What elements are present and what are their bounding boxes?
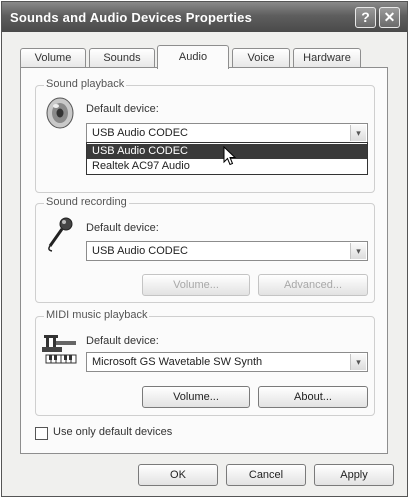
chevron-down-icon[interactable]: ▾ — [350, 125, 366, 141]
tab-sounds[interactable]: Sounds — [89, 48, 155, 68]
midi-playback-label: MIDI music playback — [44, 309, 150, 321]
window-title: Sounds and Audio Devices Properties — [10, 10, 253, 25]
midi-device-label: Default device: — [86, 335, 159, 347]
sound-playback-label: Sound playback — [44, 78, 127, 90]
help-button[interactable]: ? — [355, 7, 376, 28]
midi-about-button[interactable]: About... — [258, 386, 368, 408]
tab-voice[interactable]: Voice — [232, 48, 290, 68]
chevron-down-icon[interactable]: ▾ — [350, 354, 366, 370]
chevron-down-icon[interactable]: ▾ — [350, 243, 366, 259]
playback-device-label: Default device: — [86, 103, 159, 115]
sound-recording-label: Sound recording — [44, 196, 129, 208]
midi-device-select[interactable]: Microsoft GS Wavetable SW Synth ▾ — [86, 352, 368, 372]
playback-device-select[interactable]: USB Audio CODEC ▾ — [86, 123, 368, 143]
midi-playback-group: MIDI music playback Default device: Micr… — [35, 309, 375, 416]
use-default-devices-checkbox[interactable] — [35, 427, 48, 440]
recording-device-label: Default device: — [86, 222, 159, 234]
close-button[interactable]: ✕ — [379, 7, 400, 28]
cancel-button[interactable]: Cancel — [226, 464, 306, 486]
midi-selected-value: Microsoft GS Wavetable SW Synth — [92, 356, 263, 368]
tab-audio[interactable]: Audio — [157, 45, 229, 69]
sound-recording-group: Sound recording Default device: USB Audi… — [35, 196, 375, 303]
apply-button[interactable]: Apply — [314, 464, 394, 486]
tab-volume[interactable]: Volume — [20, 48, 86, 68]
midi-volume-button[interactable]: Volume... — [142, 386, 250, 408]
microphone-icon — [48, 217, 73, 252]
properties-window: Sounds and Audio Devices Properties ? ✕ … — [1, 1, 408, 497]
sound-playback-group: Sound playback Default device: USB Audio… — [35, 78, 375, 193]
speaker-icon — [46, 97, 74, 129]
playback-selected-value: USB Audio CODEC — [92, 127, 188, 139]
title-bar: Sounds and Audio Devices Properties ? ✕ — [2, 2, 407, 32]
mouse-pointer-icon — [223, 146, 237, 166]
recording-advanced-button[interactable]: Advanced... — [258, 274, 368, 296]
audio-tab-panel: Sound playback Default device: USB Audio… — [20, 67, 388, 454]
tab-hardware[interactable]: Hardware — [293, 48, 361, 68]
recording-volume-button[interactable]: Volume... — [142, 274, 250, 296]
recording-device-select[interactable]: USB Audio CODEC ▾ — [86, 241, 368, 261]
recording-selected-value: USB Audio CODEC — [92, 245, 188, 257]
ok-button[interactable]: OK — [138, 464, 218, 486]
midi-keyboard-icon — [42, 335, 77, 364]
use-default-devices-label[interactable]: Use only default devices — [53, 426, 172, 438]
